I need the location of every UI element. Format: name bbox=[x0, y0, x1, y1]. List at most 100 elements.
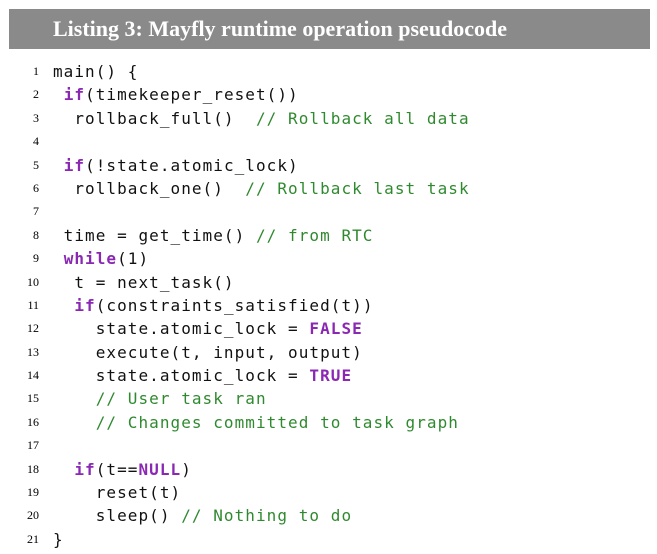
code-token: (constraints_satisfied(t)) bbox=[95, 295, 374, 315]
code-token: (!state.atomic_lock) bbox=[85, 155, 299, 175]
listing-title: Listing 3: Mayfly runtime operation pseu… bbox=[9, 9, 650, 49]
code-keyword: FALSE bbox=[309, 319, 363, 339]
code-line: 8 time = get_time() // from RTC bbox=[0, 224, 657, 247]
code-block: 1 main() {2 if(timekeeper_reset()) 3 rollb… bbox=[0, 60, 657, 551]
line-number: 5 bbox=[33, 157, 39, 172]
line-number: 15 bbox=[27, 391, 39, 406]
code-token: (timekeeper_reset()) bbox=[85, 85, 299, 105]
code-keyword: if bbox=[74, 459, 96, 479]
code-token: (t== bbox=[95, 459, 139, 479]
code-token: state.atomic_lock = bbox=[53, 366, 310, 386]
code-line: 16 // Changes committed to task graph bbox=[0, 411, 657, 434]
code-line: 6 rollback_one() // Rollback last task bbox=[0, 177, 657, 200]
code-line: 21} bbox=[0, 528, 657, 551]
line-number: 16 bbox=[27, 414, 39, 429]
code-line: 18 if(t==NULL) bbox=[0, 458, 657, 481]
code-token: execute(t, input, output) bbox=[53, 342, 363, 362]
code-keyword: NULL bbox=[138, 459, 182, 479]
code-comment: // Rollback all data bbox=[255, 108, 470, 128]
code-comment: // Nothing to do bbox=[181, 506, 353, 526]
line-number: 4 bbox=[33, 134, 39, 149]
code-token: time = get_time() bbox=[53, 225, 256, 245]
code-line: 15 // User task ran bbox=[0, 387, 657, 410]
code-keyword: while bbox=[63, 249, 118, 269]
line-number: 20 bbox=[27, 508, 39, 523]
code-line: 12 state.atomic_lock = FALSE bbox=[0, 317, 657, 340]
line-number: 1 bbox=[33, 64, 39, 78]
code-text: } bbox=[53, 528, 64, 551]
code-comment: // Rollback last task bbox=[245, 178, 470, 198]
code-token: rollback_full() bbox=[53, 108, 256, 128]
code-text: if(timekeeper_reset()) bbox=[53, 83, 299, 106]
line-number: 14 bbox=[27, 368, 39, 383]
code-keyword: if bbox=[74, 295, 96, 315]
code-token: main() { bbox=[53, 62, 139, 81]
code-line: 5 if(!state.atomic_lock) bbox=[0, 154, 657, 177]
code-text: // Changes committed to task graph bbox=[53, 411, 459, 434]
code-text: reset(t) bbox=[53, 481, 181, 504]
line-number: 9 bbox=[33, 251, 39, 266]
code-line: 9 while(1) bbox=[0, 247, 657, 270]
code-comment: // from RTC bbox=[255, 225, 374, 245]
code-comment: // Changes committed to task graph bbox=[95, 412, 459, 432]
code-text: main() { bbox=[53, 60, 138, 83]
code-text: state.atomic_lock = FALSE bbox=[53, 317, 363, 340]
code-text: t = next_task() bbox=[53, 271, 235, 294]
code-text: if(t==NULL) bbox=[53, 458, 192, 481]
line-number: 21 bbox=[27, 531, 39, 546]
code-text: sleep() // Nothing to do bbox=[53, 504, 352, 527]
code-text: if(!state.atomic_lock) bbox=[53, 154, 299, 177]
line-number: 11 bbox=[27, 297, 39, 312]
line-number: 2 bbox=[33, 87, 39, 102]
line-number: 12 bbox=[27, 321, 39, 336]
code-text: while(1) bbox=[53, 247, 149, 270]
code-text: state.atomic_lock = TRUE bbox=[53, 364, 352, 387]
code-line: 3 rollback_full() // Rollback all data bbox=[0, 107, 657, 130]
code-token: t = next_task() bbox=[53, 272, 235, 292]
line-number: 6 bbox=[33, 180, 39, 195]
listing-page: Listing 3: Mayfly runtime operation pseu… bbox=[0, 0, 657, 554]
code-token: state.atomic_lock = bbox=[53, 319, 310, 339]
line-number: 3 bbox=[33, 110, 39, 125]
line-number: 17 bbox=[27, 438, 39, 453]
line-number: 10 bbox=[27, 274, 39, 289]
line-number: 19 bbox=[27, 485, 39, 500]
code-text: time = get_time() // from RTC bbox=[53, 224, 374, 247]
code-line: 17 bbox=[0, 434, 657, 457]
code-text: // User task ran bbox=[53, 387, 267, 410]
code-line: 19 reset(t) bbox=[0, 481, 657, 504]
line-number: 7 bbox=[33, 204, 39, 219]
code-line: 4 bbox=[0, 130, 657, 153]
line-number: 8 bbox=[33, 227, 39, 242]
code-line: 14 state.atomic_lock = TRUE bbox=[0, 364, 657, 387]
code-token: ) bbox=[181, 459, 192, 479]
code-line: 2 if(timekeeper_reset()) bbox=[0, 83, 657, 106]
code-token: reset(t) bbox=[53, 483, 182, 503]
code-token: rollback_one() bbox=[53, 178, 246, 198]
code-line: 13 execute(t, input, output) bbox=[0, 341, 657, 364]
code-line: 11 if(constraints_satisfied(t)) bbox=[0, 294, 657, 317]
code-token: } bbox=[53, 529, 64, 549]
code-line: 10 t = next_task() bbox=[0, 271, 657, 294]
code-comment: // User task ran bbox=[95, 389, 267, 409]
code-text: execute(t, input, output) bbox=[53, 341, 363, 364]
code-keyword: if bbox=[63, 85, 86, 105]
code-token: (1) bbox=[117, 249, 150, 269]
line-number: 13 bbox=[27, 344, 39, 359]
code-text: rollback_one() // Rollback last task bbox=[53, 177, 470, 200]
code-keyword: if bbox=[63, 155, 86, 175]
code-line: 20 sleep() // Nothing to do bbox=[0, 504, 657, 527]
code-keyword: TRUE bbox=[309, 366, 353, 386]
code-token: sleep() bbox=[53, 506, 182, 526]
code-line: 7 bbox=[0, 200, 657, 223]
code-text: rollback_full() // Rollback all data bbox=[53, 107, 470, 130]
code-text: if(constraints_satisfied(t)) bbox=[53, 294, 374, 317]
code-line: 1 main() { bbox=[0, 60, 657, 83]
